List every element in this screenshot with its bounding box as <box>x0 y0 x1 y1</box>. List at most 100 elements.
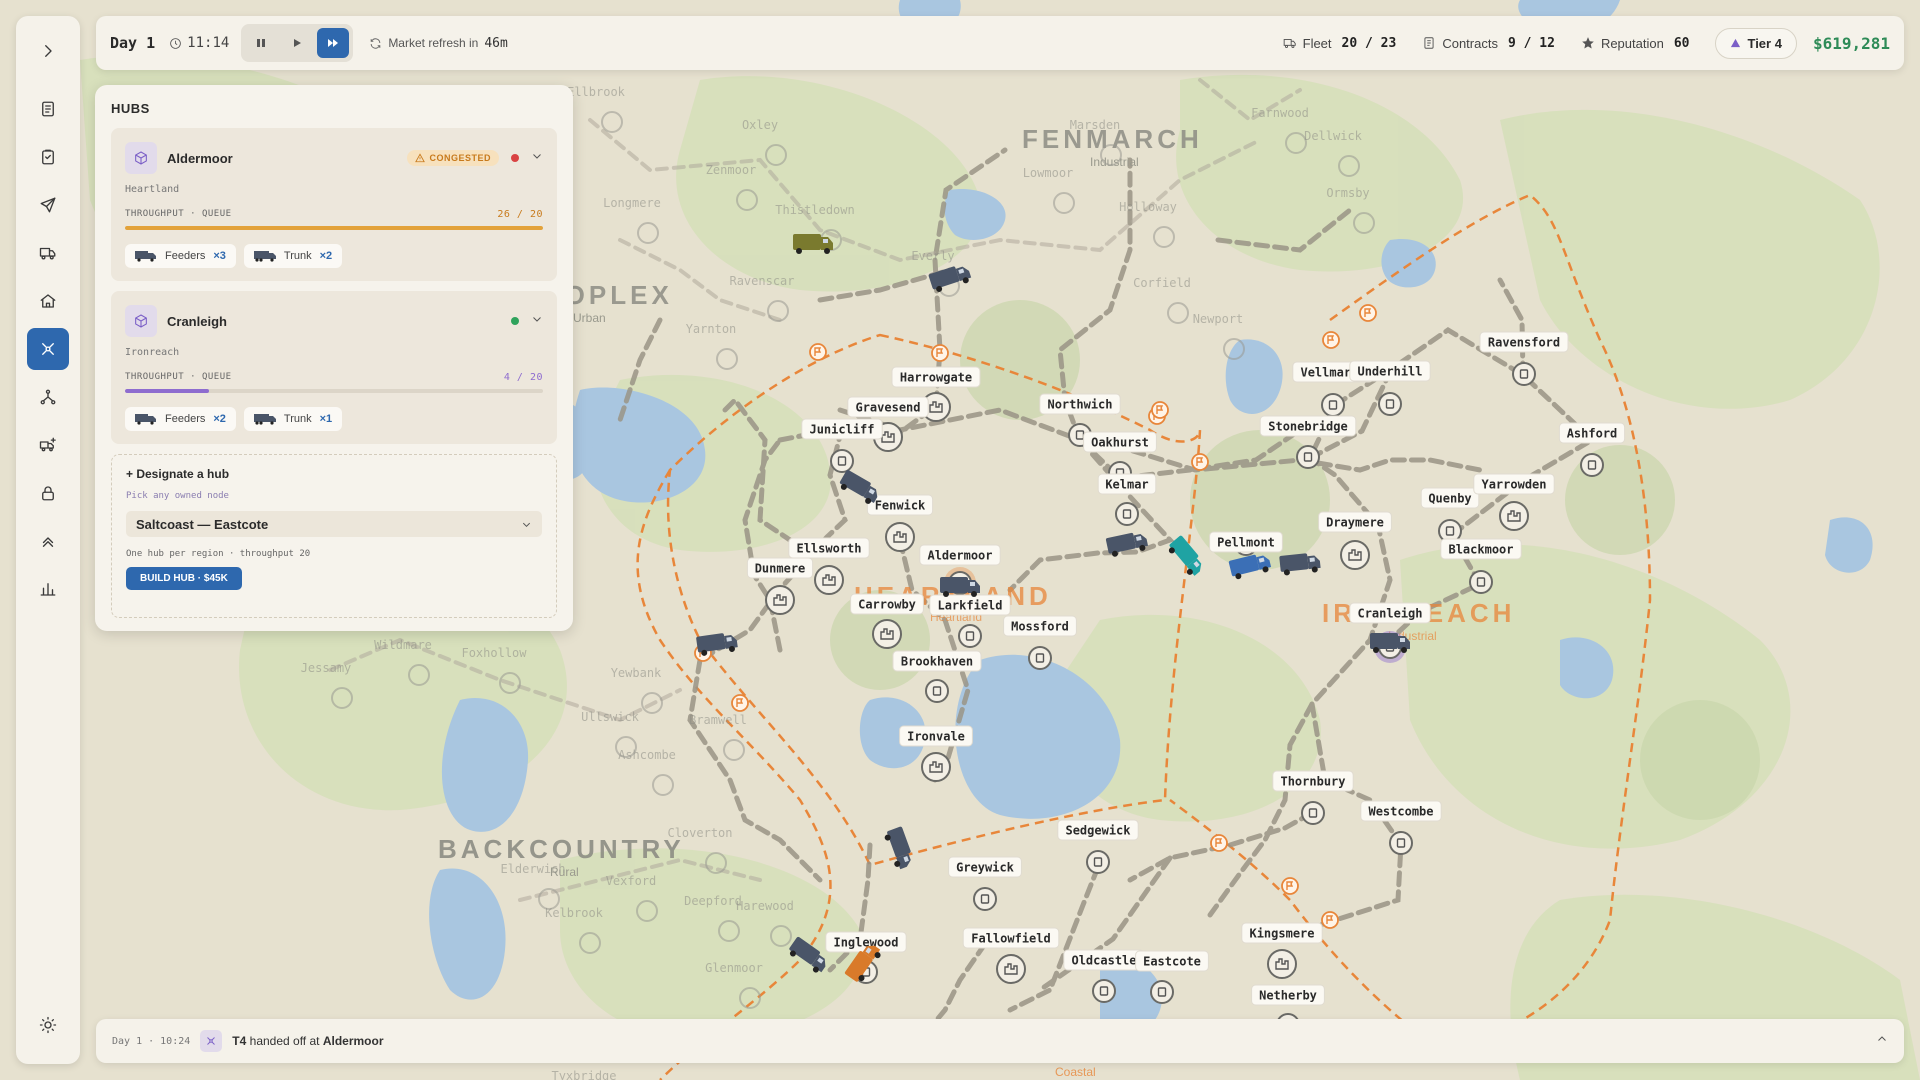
nav-upgrades[interactable] <box>27 520 69 562</box>
nav-reports[interactable] <box>27 568 69 610</box>
chevron-up-icon <box>1878 1036 1886 1041</box>
svg-text:Ravenscar: Ravenscar <box>729 274 794 288</box>
fleet-label: Fleet <box>1302 35 1332 51</box>
chevron-down-icon <box>533 317 541 322</box>
nav-depots[interactable] <box>27 280 69 322</box>
svg-text:Oxley: Oxley <box>742 118 778 132</box>
designate-hub-section: + Designate a hub Pick any owned node Sa… <box>111 454 557 618</box>
expand-sidebar-button[interactable] <box>27 30 69 72</box>
svg-text:Deepford: Deepford <box>684 894 742 908</box>
designate-note: One hub per region · throughput 20 <box>126 549 311 559</box>
city-label: Underhill <box>1357 365 1422 379</box>
log-actor: T4 <box>232 1034 247 1048</box>
border-crossing-icon[interactable] <box>1210 834 1228 852</box>
nav-dispatch[interactable] <box>27 184 69 226</box>
fast-forward-button[interactable] <box>317 28 350 58</box>
svg-text:Holloway: Holloway <box>1119 200 1177 214</box>
feeders-chip[interactable]: Feeders ×2 <box>125 407 236 431</box>
node-select[interactable]: Saltcoast — Eastcote <box>126 511 542 537</box>
border-crossing-icon[interactable] <box>1321 911 1339 929</box>
fleet-value: 20 / 23 <box>1341 35 1397 51</box>
game-clock: 11:14 <box>169 35 229 51</box>
city-label: Ellsworth <box>796 542 861 556</box>
clock-icon <box>170 37 181 49</box>
border-crossing-icon[interactable] <box>1359 304 1377 322</box>
hub-expand-button[interactable] <box>531 312 543 330</box>
hub-expand-button[interactable] <box>531 149 543 167</box>
nav-hubs[interactable] <box>27 328 69 370</box>
designate-subtitle: Pick any owned node <box>126 491 229 501</box>
warning-icon <box>415 153 426 163</box>
border-crossing-icon[interactable] <box>1191 453 1209 471</box>
van-icon <box>135 251 156 262</box>
throughput-bar <box>125 389 543 393</box>
feeders-count: ×2 <box>213 413 226 425</box>
chevrons-up-icon <box>42 537 54 547</box>
tier-badge[interactable]: Tier 4 <box>1715 27 1797 59</box>
city-label: Aldermoor <box>927 549 992 563</box>
congested-badge: CONGESTED <box>407 150 499 166</box>
border-crossing-icon[interactable] <box>1151 401 1169 419</box>
city-label: Cranleigh <box>1357 607 1422 621</box>
throughput-value: 26 / 20 <box>497 209 543 220</box>
contracts-stat[interactable]: Contracts 9 / 12 <box>1422 36 1555 51</box>
log-verb: handed off at <box>249 1034 320 1048</box>
trunk-chip[interactable]: Trunk ×1 <box>243 407 343 431</box>
play-button[interactable] <box>281 28 313 58</box>
document-icon <box>1424 37 1434 49</box>
svg-text:Elderwich: Elderwich <box>500 862 565 876</box>
trunk-chip[interactable]: Trunk ×2 <box>243 244 343 268</box>
star-icon <box>1582 37 1594 49</box>
cube-icon <box>125 142 157 174</box>
reputation-label: Reputation <box>1600 35 1664 51</box>
hub-card-aldermoor[interactable]: Aldermoor CONGESTED Heartland THROUGHPUT… <box>111 128 557 281</box>
nav-ledger[interactable] <box>27 88 69 130</box>
city-label: Harrowgate <box>900 371 972 385</box>
settings-button[interactable] <box>27 1004 69 1046</box>
border-crossing-icon[interactable] <box>1281 877 1299 895</box>
border-crossing-icon[interactable] <box>809 343 827 361</box>
svg-text:Bramwell: Bramwell <box>689 713 747 727</box>
reputation-stat[interactable]: Reputation 60 <box>1581 35 1689 51</box>
nav-contracts[interactable] <box>27 136 69 178</box>
city-node-pellmont[interactable]: Pellmont <box>1209 531 1283 556</box>
svg-text:Ellbrook: Ellbrook <box>567 85 626 99</box>
nav-fleet[interactable] <box>27 232 69 274</box>
trunk-label: Trunk <box>283 413 312 425</box>
city-label: Brookhaven <box>901 655 973 669</box>
region-coastal: Coastal <box>1055 1065 1096 1079</box>
bar-chart-icon <box>40 583 56 596</box>
city-label: Junicliff <box>809 423 874 437</box>
region-metroplex-sub: Urban <box>573 311 606 325</box>
hub-card-cranleigh[interactable]: Cranleigh Ironreach THROUGHPUT · QUEUE 4… <box>111 291 557 444</box>
fleet-stat[interactable]: Fleet 20 / 23 <box>1283 35 1397 51</box>
nav-routes[interactable] <box>27 376 69 418</box>
border-crossing-icon[interactable] <box>931 344 949 362</box>
feeders-chip[interactable]: Feeders ×3 <box>125 244 236 268</box>
svg-text:Vexford: Vexford <box>606 874 657 888</box>
lock-icon <box>42 486 54 501</box>
city-label: Northwich <box>1047 398 1112 412</box>
status-dot <box>511 317 519 325</box>
border-crossing-icon[interactable] <box>1322 331 1340 349</box>
sun-icon <box>39 1016 57 1034</box>
semi-truck-icon <box>253 414 276 425</box>
feeders-label: Feeders <box>165 413 206 425</box>
build-hub-button[interactable]: BUILD HUB · $45K <box>126 567 242 590</box>
cube-icon <box>125 305 157 337</box>
border-crossing-icon[interactable] <box>731 694 749 712</box>
nav-security[interactable] <box>27 472 69 514</box>
log-place: Aldermoor <box>322 1034 384 1048</box>
pause-button[interactable] <box>245 28 277 58</box>
log-expand-button[interactable] <box>1876 1032 1888 1050</box>
city-label: Stonebridge <box>1268 420 1347 434</box>
hub-region: Ironreach <box>125 347 180 358</box>
nav-buy-truck[interactable] <box>27 424 69 466</box>
chevron-down-icon <box>533 154 541 159</box>
pause-icon <box>257 39 266 47</box>
speed-controls <box>241 24 354 62</box>
contracts-value: 9 / 12 <box>1507 35 1555 51</box>
chevron-down-icon <box>522 522 531 527</box>
truck-plus-icon <box>39 437 56 452</box>
city-label: Pellmont <box>1217 536 1275 550</box>
